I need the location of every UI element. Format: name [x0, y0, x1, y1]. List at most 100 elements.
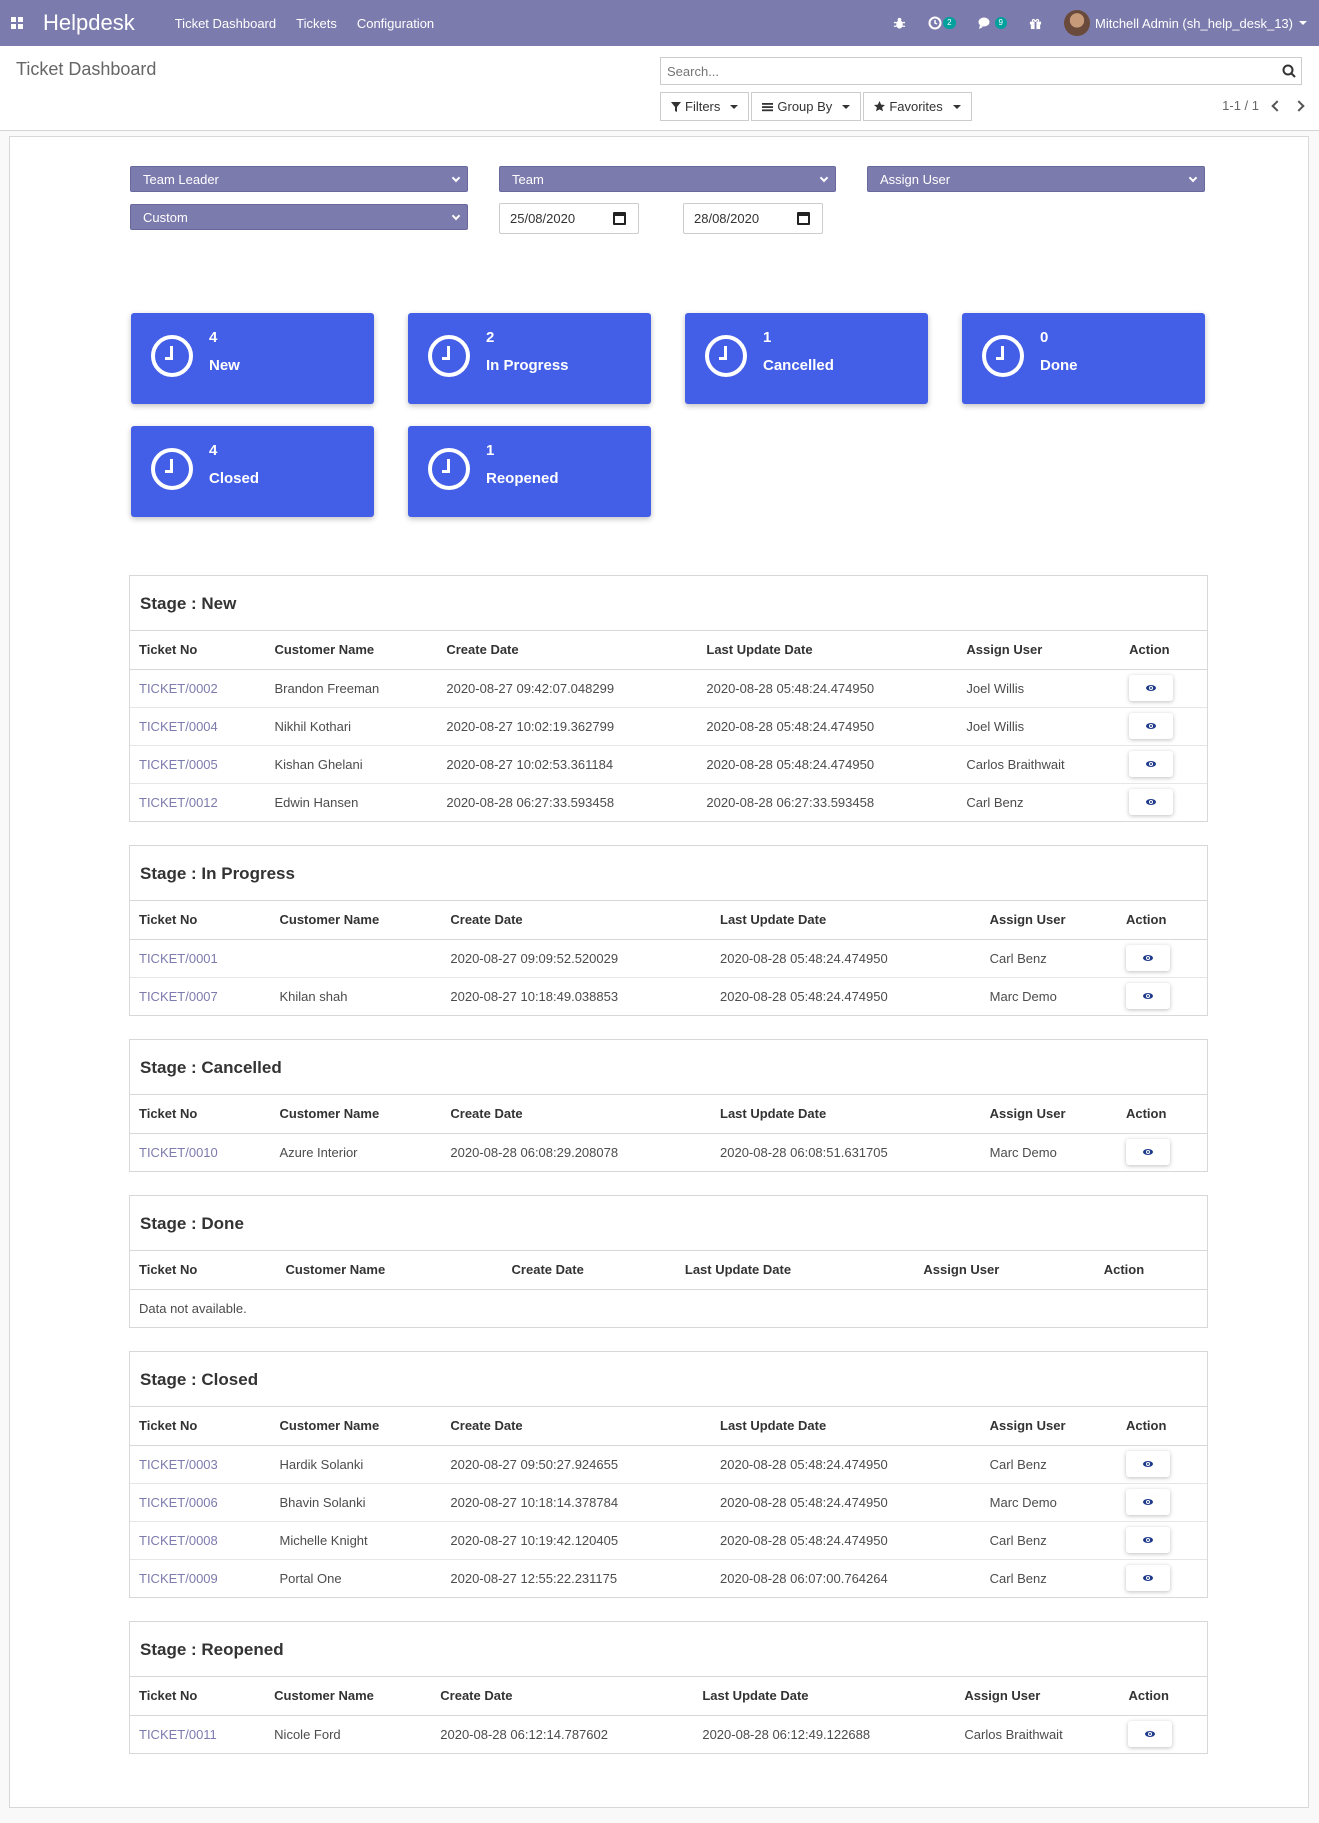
start-date-input[interactable]: 25/08/2020 [499, 203, 639, 234]
assign-user-cell: Joel Willis [957, 669, 1121, 708]
view-ticket-button[interactable] [1125, 945, 1170, 971]
team-leader-select[interactable]: Team Leader [130, 166, 468, 192]
customer-name-cell: Bhavin Solanki [270, 1483, 442, 1522]
view-ticket-button[interactable] [1125, 1451, 1170, 1477]
create-date-cell: 2020-08-27 09:42:07.048299 [437, 669, 698, 708]
user-menu-caret-icon[interactable] [1299, 21, 1307, 25]
last-update-date-cell: 2020-08-28 06:27:33.593458 [706, 794, 875, 810]
menu-tickets[interactable]: Tickets [296, 16, 337, 31]
stat-card-reopened[interactable]: 1 Reopened [408, 426, 651, 517]
stage-panel: Stage : Reopened Ticket No Customer Name Cr… [129, 1621, 1208, 1754]
favorites-button[interactable]: Favorites [863, 92, 972, 121]
ticket-number[interactable]: TICKET/0009 [139, 1571, 218, 1586]
assign-user-select[interactable]: Assign User [867, 166, 1205, 192]
end-date-input[interactable]: 28/08/2020 [683, 203, 823, 234]
stat-card-new[interactable]: 4 New [131, 313, 374, 404]
ticket-number[interactable]: TICKET/0003 [139, 1457, 218, 1472]
view-ticket-button[interactable] [1125, 1527, 1170, 1553]
last-update-date-cell: 2020-08-28 05:48:24.474950 [720, 988, 888, 1004]
assign-user-value: Assign User [880, 171, 951, 187]
customer-name-cell: Hardik Solanki [270, 1445, 442, 1484]
favorites-label: Favorites [889, 99, 943, 114]
pager-next-icon[interactable] [1293, 99, 1305, 112]
ticket-number[interactable]: TICKET/0007 [139, 989, 218, 1004]
clock-icon [928, 16, 942, 30]
assign-user-cell: Marc Demo [989, 988, 1057, 1004]
app-brand[interactable]: Helpdesk [43, 10, 135, 36]
view-ticket-button[interactable] [1129, 675, 1174, 701]
eye-icon [1142, 993, 1153, 1000]
ticket-link[interactable]: TICKET/0009 [130, 1559, 270, 1597]
ticket-link[interactable]: TICKET/0008 [130, 1521, 271, 1560]
menu-configuration[interactable]: Configuration [357, 16, 434, 31]
stage-table: Ticket No Customer Name Create Date Last Up… [130, 1407, 1207, 1597]
stat-label: New [209, 357, 240, 374]
pager-value[interactable]: 1-1 / 1 [1222, 98, 1259, 113]
ticket-number[interactable]: TICKET/0005 [139, 757, 218, 772]
ticket-number[interactable]: TICKET/0010 [139, 1145, 218, 1160]
pager-previous-icon[interactable] [1271, 99, 1283, 112]
debug-bug-icon[interactable] [893, 17, 906, 30]
ticket-link[interactable]: TICKET/0010 [130, 1133, 270, 1171]
last-update-date-cell: 2020-08-28 06:07:00.764264 [720, 1570, 888, 1586]
ticket-number[interactable]: TICKET/0002 [139, 681, 218, 696]
ticket-link[interactable]: TICKET/0002 [130, 669, 266, 708]
stat-card-done[interactable]: 0 Done [962, 313, 1205, 404]
activity-count-badge: 2 [943, 17, 956, 29]
ticket-number[interactable]: TICKET/0001 [139, 951, 218, 966]
ticket-link[interactable]: TICKET/0007 [130, 977, 270, 1015]
view-ticket-button[interactable] [1129, 751, 1174, 777]
view-ticket-button[interactable] [1125, 983, 1170, 1010]
ticket-number[interactable]: TICKET/0008 [139, 1533, 218, 1548]
filters-button[interactable]: Filters [660, 92, 750, 121]
ticket-number[interactable]: TICKET/0004 [139, 719, 218, 734]
main-menu: Ticket Dashboard Tickets Configuration [175, 16, 434, 31]
user-avatar[interactable] [1064, 10, 1090, 36]
column-header-create-date: Create Date [502, 1251, 676, 1290]
action-cell [1119, 1715, 1207, 1753]
view-ticket-button[interactable] [1125, 1565, 1170, 1592]
assign-user-cell: Carlos Braithwait [964, 1726, 1063, 1742]
ticket-link[interactable]: TICKET/0001 [130, 939, 271, 978]
column-header-ticket-no: Ticket No [130, 631, 266, 670]
last-update-date-cell: 2020-08-28 05:48:24.474950 [711, 1521, 981, 1560]
search-icon[interactable] [1277, 59, 1301, 83]
search-input[interactable] [661, 63, 1277, 79]
user-menu[interactable]: Mitchell Admin (sh_help_desk_13) [1095, 16, 1293, 31]
view-ticket-button[interactable] [1125, 1489, 1170, 1515]
table-row: TICKET/0012 Edwin Hansen 2020-08-28 06:27:… [130, 783, 1207, 821]
filter-icon [671, 101, 681, 112]
gift-icon[interactable] [1029, 17, 1042, 30]
view-ticket-button[interactable] [1129, 789, 1174, 816]
stat-card-cancelled[interactable]: 1 Cancelled [685, 313, 928, 404]
stage-panel: Stage : New Ticket No Customer Name Create … [129, 575, 1208, 822]
ticket-number[interactable]: TICKET/0006 [139, 1495, 218, 1510]
ticket-number[interactable]: TICKET/0011 [139, 1727, 217, 1742]
activity-menu[interactable]: 2 [928, 16, 956, 30]
calendar-icon[interactable] [797, 212, 810, 225]
groupby-button[interactable]: Group By [751, 92, 862, 121]
chevron-down-icon [819, 173, 829, 183]
ticket-link[interactable]: TICKET/0004 [130, 707, 266, 746]
ticket-link[interactable]: TICKET/0006 [130, 1483, 271, 1522]
pager: 1-1 / 1 [1222, 98, 1305, 113]
view-ticket-button[interactable] [1125, 1139, 1170, 1166]
team-select[interactable]: Team [499, 166, 836, 192]
view-ticket-button[interactable] [1128, 1721, 1173, 1748]
apps-menu-icon[interactable] [11, 17, 23, 29]
menu-ticket-dashboard[interactable]: Ticket Dashboard [175, 16, 276, 31]
ticket-link[interactable]: TICKET/0011 [130, 1715, 265, 1753]
column-header-last-update-date: Last Update Date [693, 1677, 956, 1716]
stat-card-closed[interactable]: 4 Closed [131, 426, 374, 517]
period-select[interactable]: Custom [130, 204, 468, 230]
action-cell [1120, 669, 1207, 708]
ticket-link[interactable]: TICKET/0012 [130, 783, 265, 821]
view-ticket-button[interactable] [1129, 713, 1174, 739]
stat-card-in-progress[interactable]: 2 In Progress [408, 313, 651, 404]
ticket-link[interactable]: TICKET/0003 [130, 1445, 271, 1484]
ticket-link[interactable]: TICKET/0005 [130, 745, 266, 784]
create-date-cell: 2020-08-28 06:27:33.593458 [446, 794, 615, 810]
calendar-icon[interactable] [613, 212, 626, 225]
ticket-number[interactable]: TICKET/0012 [139, 795, 218, 810]
messaging-menu[interactable]: 9 [978, 16, 1007, 30]
